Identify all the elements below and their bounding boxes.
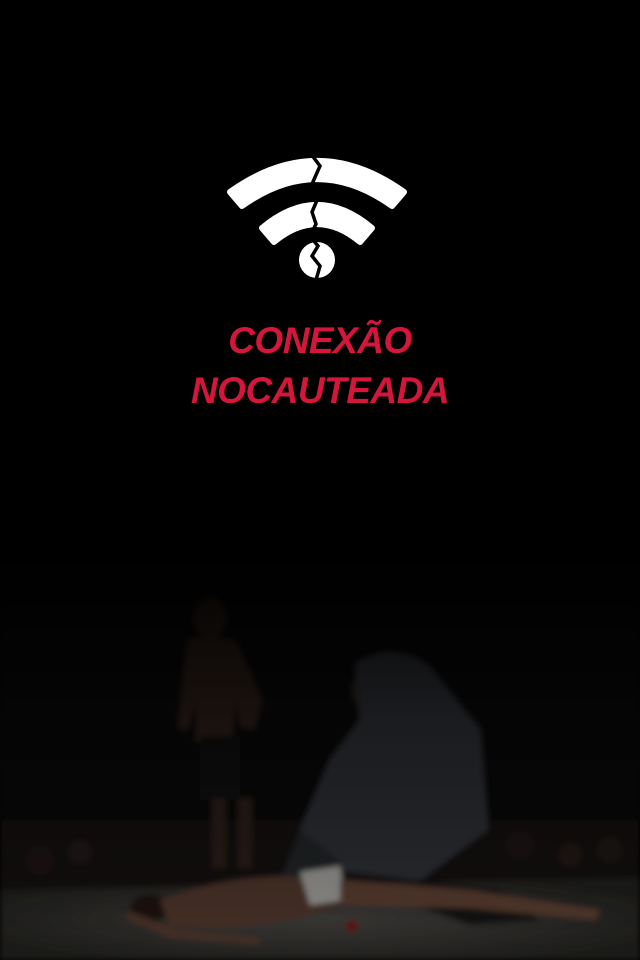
error-title: CONEXÃO NOCAUTEADA <box>0 316 640 416</box>
broken-wifi-icon <box>227 144 407 280</box>
error-title-line-1: CONEXÃO <box>228 320 412 361</box>
error-title-line-2: NOCAUTEADA <box>190 370 450 411</box>
error-screen: CONEXÃO NOCAUTEADA <box>0 0 640 960</box>
